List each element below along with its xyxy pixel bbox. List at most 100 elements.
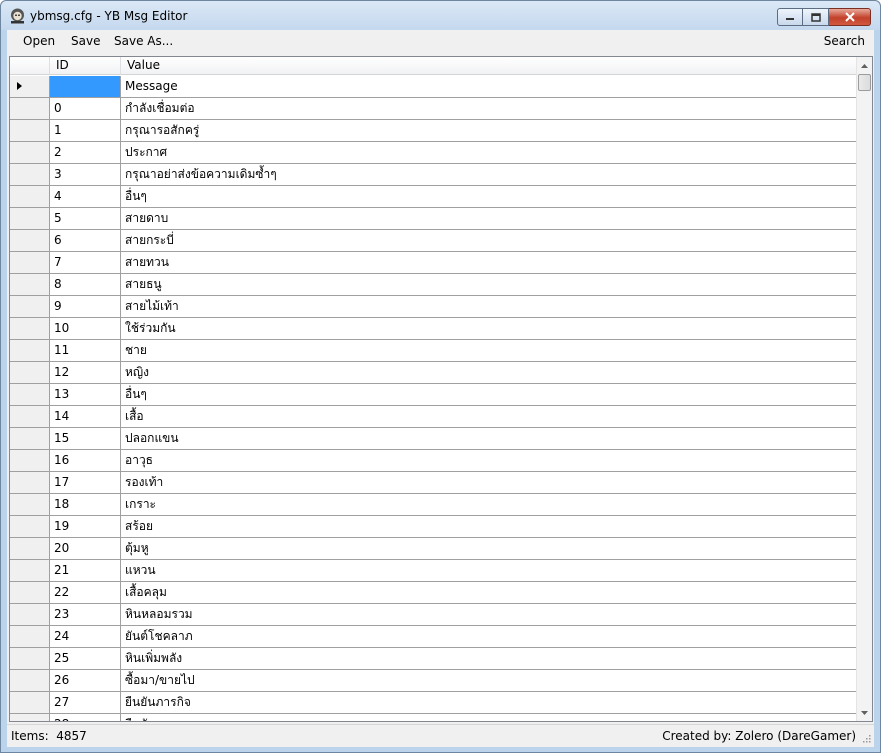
cell-id[interactable]: 18 [50, 494, 121, 515]
cell-value[interactable]: สายธนู [121, 274, 858, 295]
cell-id[interactable]: 9 [50, 296, 121, 317]
table-row[interactable]: 0 กำลังเชื่อมต่อ [10, 98, 858, 120]
cell-value[interactable]: สายดาบ [121, 208, 858, 229]
table-row[interactable]: 1 กรุณารอสักครู่ [10, 120, 858, 142]
minimize-button[interactable] [777, 8, 803, 26]
maximize-button[interactable] [803, 8, 829, 26]
row-header[interactable] [10, 560, 50, 581]
table-row[interactable]: 23 หินหลอมรวม [10, 604, 858, 626]
cell-value[interactable]: หินหลอมรวม [121, 604, 858, 625]
table-row[interactable]: 19 สร้อย [10, 516, 858, 538]
cell-id[interactable]: 25 [50, 648, 121, 669]
column-header-id[interactable]: ID [50, 57, 121, 75]
row-header[interactable] [10, 230, 50, 251]
cell-id[interactable]: 22 [50, 582, 121, 603]
cell-value[interactable]: ปลอกแขน [121, 428, 858, 449]
row-header[interactable] [10, 142, 50, 163]
cell-value[interactable]: เสื้อ [121, 406, 858, 427]
row-header[interactable] [10, 714, 50, 721]
table-row[interactable]: 28ยืนยัน [10, 714, 858, 721]
row-header[interactable] [10, 670, 50, 691]
row-header[interactable] [10, 604, 50, 625]
cell-id[interactable]: 4 [50, 186, 121, 207]
table-row[interactable]: 9 สายไม้เท้า [10, 296, 858, 318]
table-row[interactable]: 26 ซื้อมา/ขายไป [10, 670, 858, 692]
cell-value[interactable]: กรุณารอสักครู่ [121, 120, 858, 141]
table-row[interactable]: 12 หญิง [10, 362, 858, 384]
row-header[interactable] [10, 626, 50, 647]
cell-value[interactable]: เกราะ [121, 494, 858, 515]
table-row[interactable]: Message [10, 76, 858, 98]
cell-value[interactable]: แหวน [121, 560, 858, 581]
table-row[interactable]: 20 ตุ้มหู [10, 538, 858, 560]
cell-value[interactable]: ยันต์โชคลาภ [121, 626, 858, 647]
row-header[interactable] [10, 384, 50, 405]
table-row[interactable]: 15 ปลอกแขน [10, 428, 858, 450]
table-row[interactable]: 17 รองเท้า [10, 472, 858, 494]
cell-id[interactable]: 12 [50, 362, 121, 383]
cell-id[interactable]: 5 [50, 208, 121, 229]
cell-id[interactable]: 17 [50, 472, 121, 493]
table-row[interactable]: 27 ยืนยันภารกิจ [10, 692, 858, 714]
cell-id[interactable]: 3 [50, 164, 121, 185]
row-header[interactable] [10, 494, 50, 515]
row-header[interactable] [10, 76, 50, 97]
cell-id[interactable]: 19 [50, 516, 121, 537]
table-row[interactable]: 11 ชาย [10, 340, 858, 362]
menu-save[interactable]: Save [71, 34, 100, 48]
close-button[interactable] [829, 8, 871, 26]
cell-id[interactable]: 2 [50, 142, 121, 163]
cell-id[interactable]: 14 [50, 406, 121, 427]
row-header[interactable] [10, 186, 50, 207]
cell-value[interactable]: ชาย [121, 340, 858, 361]
column-header-value[interactable]: Value [121, 57, 858, 75]
table-row[interactable]: 10 ใช้ร่วมกัน [10, 318, 858, 340]
cell-id[interactable]: 13 [50, 384, 121, 405]
cell-id[interactable]: 24 [50, 626, 121, 647]
row-header[interactable] [10, 98, 50, 119]
cell-id[interactable]: 20 [50, 538, 121, 559]
cell-id[interactable]: 23 [50, 604, 121, 625]
cell-id[interactable]: 6 [50, 230, 121, 251]
table-row[interactable]: 6 สายกระบี่ [10, 230, 858, 252]
cell-value[interactable]: กรุณาอย่าส่งข้อความเดิมซ้ำๆ [121, 164, 858, 185]
table-row[interactable]: 18 เกราะ [10, 494, 858, 516]
cell-value[interactable]: อาวุธ [121, 450, 858, 471]
menu-save-as[interactable]: Save As... [114, 34, 173, 48]
cell-id[interactable]: 21 [50, 560, 121, 581]
cell-value[interactable]: อื่นๆ [121, 186, 858, 207]
message-grid[interactable]: ID Value Message 0 กำลังเชื่อมต่อ 1 กรุณารอส… [9, 56, 873, 722]
row-header[interactable] [10, 648, 50, 669]
cell-value[interactable]: รองเท้า [121, 472, 858, 493]
cell-value[interactable]: สร้อย [121, 516, 858, 537]
cell-value[interactable]: หินเพิ่มพลัง [121, 648, 858, 669]
table-row[interactable]: 22 เสื้อคลุม [10, 582, 858, 604]
cell-id[interactable]: 1 [50, 120, 121, 141]
row-header[interactable] [10, 318, 50, 339]
cell-value[interactable]: Message [121, 76, 858, 97]
cell-id[interactable]: 16 [50, 450, 121, 471]
row-header[interactable] [10, 362, 50, 383]
row-header[interactable] [10, 164, 50, 185]
row-header[interactable] [10, 252, 50, 273]
cell-value[interactable]: ประกาศ [121, 142, 858, 163]
menu-open[interactable]: Open [23, 34, 55, 48]
row-header[interactable] [10, 450, 50, 471]
table-row[interactable]: 7 สายทวน [10, 252, 858, 274]
row-header[interactable] [10, 208, 50, 229]
row-header[interactable] [10, 538, 50, 559]
row-header[interactable] [10, 406, 50, 427]
cell-value[interactable]: สายไม้เท้า [121, 296, 858, 317]
row-header[interactable] [10, 516, 50, 537]
table-row[interactable]: 3 กรุณาอย่าส่งข้อความเดิมซ้ำๆ [10, 164, 858, 186]
table-row[interactable]: 21 แหวน [10, 560, 858, 582]
table-row[interactable]: 2 ประกาศ [10, 142, 858, 164]
row-header[interactable] [10, 582, 50, 603]
menu-search[interactable]: Search [824, 34, 865, 48]
table-row[interactable]: 24 ยันต์โชคลาภ [10, 626, 858, 648]
table-row[interactable]: 8 สายธนู [10, 274, 858, 296]
cell-value[interactable]: เสื้อคลุม [121, 582, 858, 603]
cell-id[interactable]: 27 [50, 692, 121, 713]
row-header[interactable] [10, 296, 50, 317]
row-header[interactable] [10, 428, 50, 449]
